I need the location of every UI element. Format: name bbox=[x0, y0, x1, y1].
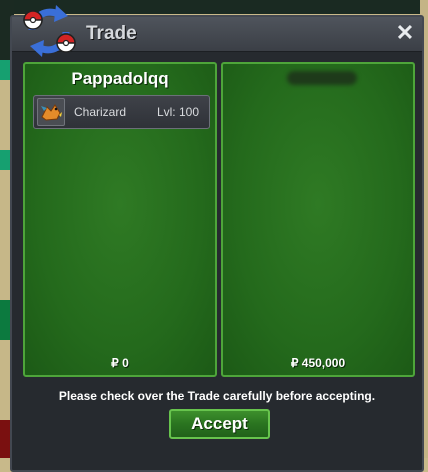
my-player-name: Pappadolqq bbox=[71, 69, 169, 88]
my-offer-panel: Pappadolqq Charizard Lvl: 100 ₽ 0 bbox=[23, 62, 217, 377]
trade-logo-icon bbox=[23, 5, 76, 57]
trade-window: Trade ✕ Pappadolqq Charizard Lvl: 100 ₽ … bbox=[10, 5, 424, 472]
accept-button[interactable]: Accept bbox=[169, 409, 270, 439]
their-offer-panel: ₽ 450,000 bbox=[221, 62, 415, 377]
my-money-offer: ₽ 0 bbox=[111, 356, 129, 370]
charizard-icon bbox=[37, 98, 65, 126]
window-title: Trade bbox=[86, 23, 137, 44]
their-money-offer: ₽ 450,000 bbox=[290, 356, 346, 370]
trade-notice: Please check over the Trade carefully be… bbox=[58, 389, 376, 403]
redacted-player-name bbox=[287, 71, 357, 85]
item-name: Charizard bbox=[74, 105, 127, 119]
close-button[interactable]: ✕ bbox=[394, 21, 416, 45]
trade-item-slot[interactable]: Charizard Lvl: 100 bbox=[33, 95, 210, 129]
item-level: Lvl: 100 bbox=[156, 105, 199, 119]
